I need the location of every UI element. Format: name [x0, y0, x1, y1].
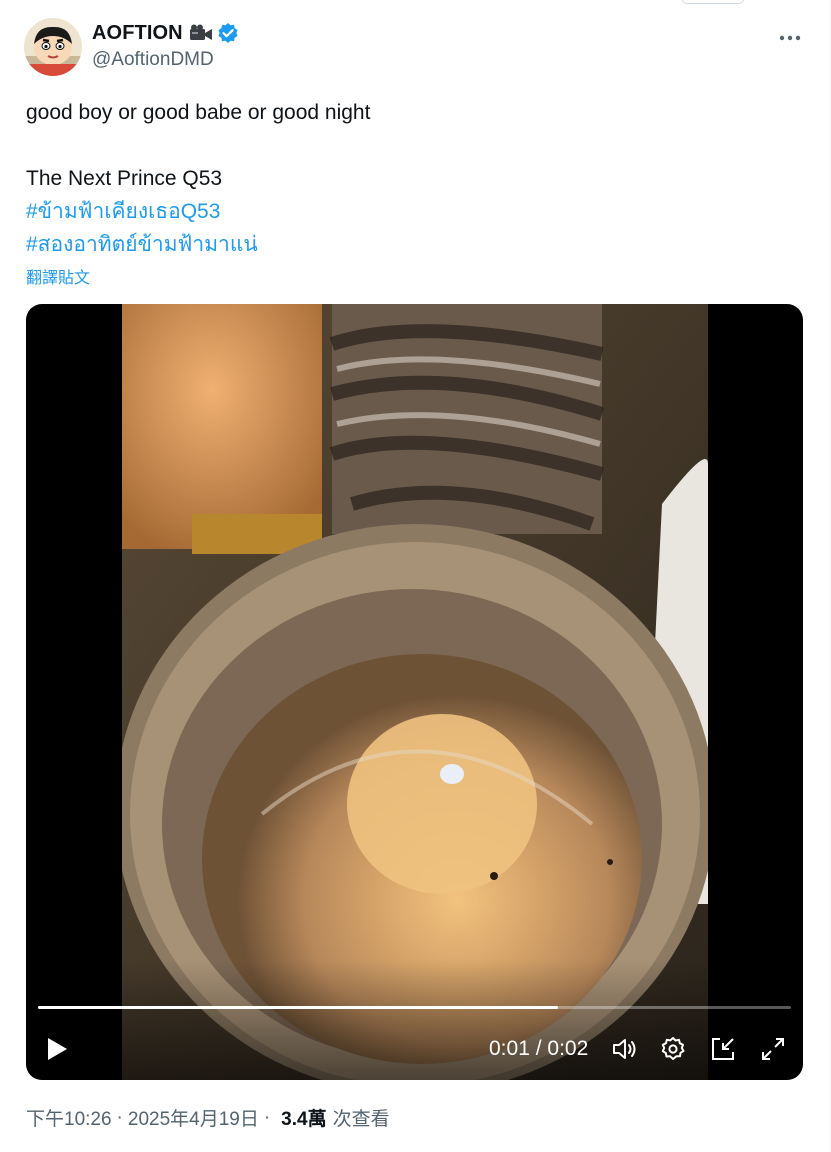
- video-camera-emoji-icon: [189, 24, 213, 42]
- fullscreen-icon: [762, 1038, 784, 1060]
- tweet-line: The Next Prince Q53: [26, 167, 223, 190]
- views-count: 3.4萬: [281, 1109, 327, 1130]
- more-options-button[interactable]: [776, 24, 804, 52]
- avatar[interactable]: [24, 18, 82, 76]
- user-handle[interactable]: @AoftionDMD: [92, 49, 239, 71]
- settings-icon: [661, 1037, 685, 1060]
- progress-fill: [38, 1006, 558, 1009]
- tweet-text: good boy or good babe or good night The …: [26, 96, 786, 261]
- views-label: 次查看: [332, 1109, 390, 1130]
- post-time[interactable]: 下午10:26: [26, 1104, 112, 1131]
- name-row: AOFTION: [92, 20, 239, 46]
- hashtag-link[interactable]: #สองอาทิตย์ข้ามฟ้ามาแน่: [26, 228, 786, 261]
- meta-dot: ·: [263, 1106, 271, 1128]
- tweet-header: AOFTION @AoftionDMD: [24, 18, 814, 76]
- play-icon: [48, 1038, 67, 1060]
- video-player[interactable]: 0:01 / 0:02: [26, 304, 803, 1080]
- hashtag-link[interactable]: #ข้ามฟ้าเคียงเธอQ53: [26, 195, 786, 228]
- display-name[interactable]: AOFTION: [92, 22, 183, 45]
- time-separator: /: [535, 1037, 542, 1060]
- more-horizontal-icon: [779, 35, 801, 41]
- progress-bar[interactable]: [38, 1006, 791, 1009]
- time-display: 0:01 / 0:02: [489, 1037, 588, 1061]
- meta-dot: ·: [116, 1106, 123, 1128]
- tweet-meta: 下午10:26 · 2025年4月19日 · 3.4萬 次查看: [26, 1104, 390, 1131]
- picture-in-picture-button[interactable]: [706, 1032, 740, 1066]
- settings-button[interactable]: [656, 1032, 690, 1066]
- top-partial-button[interactable]: [682, 0, 744, 4]
- tweet-line: good boy or good babe or good night: [26, 101, 371, 124]
- fullscreen-button[interactable]: [756, 1032, 790, 1066]
- volume-icon: [613, 1039, 636, 1059]
- current-time: 0:01: [489, 1037, 530, 1060]
- play-button[interactable]: [40, 1032, 74, 1066]
- translate-post-link[interactable]: 翻譯貼文: [26, 264, 90, 288]
- picture-in-picture-icon: [712, 1038, 734, 1060]
- verified-badge-icon[interactable]: [217, 22, 239, 44]
- user-info: AOFTION @AoftionDMD: [92, 20, 239, 71]
- volume-button[interactable]: [608, 1032, 642, 1066]
- duration: 0:02: [547, 1037, 589, 1060]
- post-date[interactable]: 2025年4月19日: [128, 1104, 259, 1131]
